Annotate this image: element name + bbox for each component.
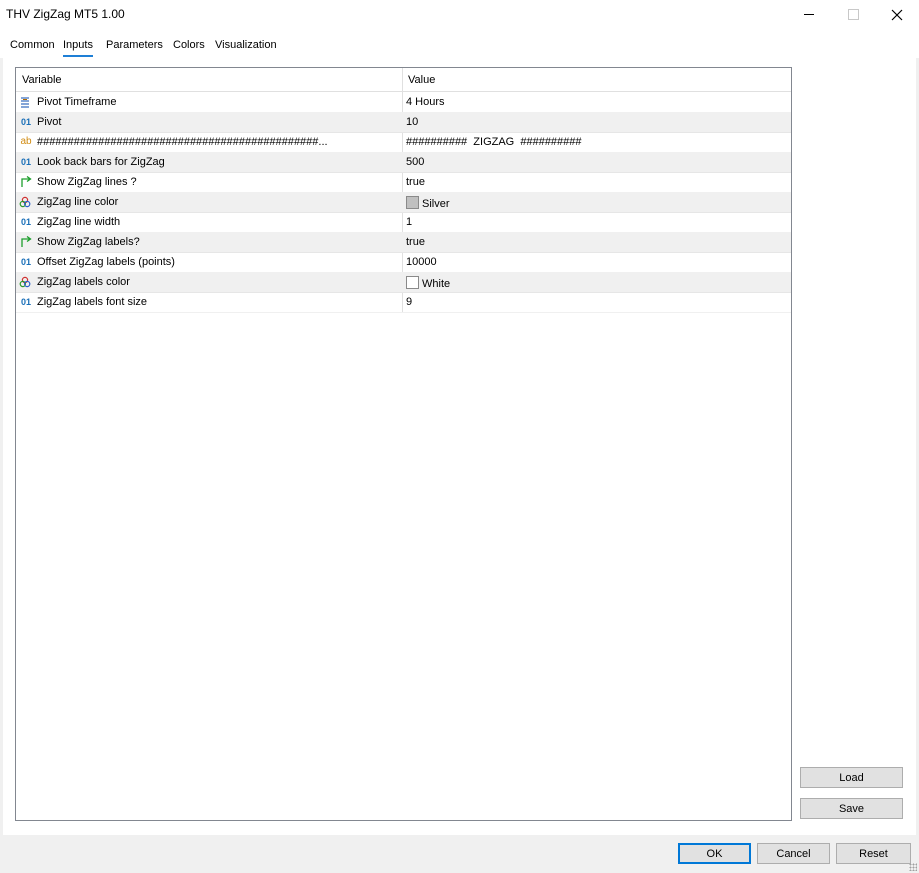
int-icon: 01 — [20, 117, 31, 127]
variable-cell: 01 ZigZag labels font size — [19, 295, 397, 309]
value-cell[interactable]: Silver — [406, 196, 450, 210]
table-row[interactable]: 01 ZigZag labels font size 9 — [16, 292, 791, 313]
value-cell[interactable]: White — [406, 276, 450, 290]
value-cell[interactable]: 10000 — [406, 256, 437, 268]
table-row[interactable]: 01 Pivot 10 — [16, 112, 791, 133]
value-cell[interactable]: 1 — [406, 216, 412, 228]
maximize-button[interactable] — [830, 0, 876, 30]
value-cell[interactable]: ########## ZIGZAG ########## — [406, 136, 582, 148]
tab-inputs[interactable]: Inputs — [63, 39, 93, 57]
int-icon: 01 — [20, 257, 31, 267]
variable-cell: ZigZag line color — [19, 195, 397, 209]
enum-icon — [19, 96, 33, 108]
variable-cell: 01 Pivot — [19, 115, 397, 129]
table-row[interactable]: 01 Offset ZigZag labels (points) 10000 — [16, 252, 791, 273]
variable-name: Look back bars for ZigZag — [37, 156, 165, 168]
variable-cell: Show ZigZag lines ? — [19, 175, 397, 189]
int-icon: 01 — [20, 157, 31, 167]
table-row[interactable]: Show ZigZag labels? true — [16, 232, 791, 253]
bool-icon — [19, 235, 33, 248]
variable-column-header[interactable]: Variable — [22, 74, 62, 86]
variable-name: ZigZag line color — [37, 196, 119, 208]
variable-cell: 01 Offset ZigZag labels (points) — [19, 255, 397, 269]
value-column-header[interactable]: Value — [408, 74, 435, 86]
value-cell[interactable]: 9 — [406, 296, 412, 308]
variable-name: ZigZag labels color — [37, 276, 130, 288]
window-title: THV ZigZag MT5 1.00 — [6, 7, 125, 21]
title-bar: THV ZigZag MT5 1.00 — [0, 0, 919, 30]
tab-visualization[interactable]: Visualization — [215, 39, 277, 51]
reset-button[interactable]: Reset — [836, 843, 911, 864]
minimize-icon — [804, 14, 814, 16]
inputs-grid[interactable]: Variable Value Pivot Timeframe 4 Hours 0… — [15, 67, 792, 821]
variable-cell: ab #####################################… — [19, 135, 397, 149]
save-button[interactable]: Save — [800, 798, 903, 819]
tab-common[interactable]: Common — [10, 39, 55, 51]
string-icon: ab — [20, 136, 32, 147]
table-row[interactable]: ZigZag line color Silver — [16, 192, 791, 213]
tab-colors[interactable]: Colors — [173, 39, 205, 51]
ok-button[interactable]: OK — [678, 843, 751, 864]
cancel-button[interactable]: Cancel — [757, 843, 830, 864]
int-icon: 01 — [20, 297, 31, 307]
variable-name: Offset ZigZag labels (points) — [37, 256, 175, 268]
resize-grip-icon[interactable] — [909, 863, 917, 871]
color-icon — [19, 196, 33, 208]
table-row[interactable]: ZigZag labels color White — [16, 272, 791, 293]
variable-cell: 01 Look back bars for ZigZag — [19, 155, 397, 169]
variable-name: ZigZag labels font size — [37, 296, 148, 308]
bool-icon — [19, 175, 33, 188]
value-cell[interactable]: 4 Hours — [406, 96, 445, 108]
variable-name: Show ZigZag lines ? — [37, 176, 137, 188]
color-icon — [19, 276, 33, 288]
tab-parameters[interactable]: Parameters — [106, 39, 163, 51]
variable-name: Pivot — [37, 116, 62, 128]
table-row[interactable]: Pivot Timeframe 4 Hours — [16, 92, 791, 113]
color-value: White — [422, 278, 451, 290]
color-swatch — [406, 276, 419, 289]
variable-name: Pivot Timeframe — [37, 96, 117, 108]
color-value: Silver — [422, 198, 450, 210]
tab-bar: Common Inputs Parameters Colors Visualiz… — [0, 30, 919, 58]
variable-name: ZigZag line width — [37, 216, 121, 228]
variable-name: Show ZigZag labels? — [37, 236, 140, 248]
value-cell[interactable]: 500 — [406, 156, 424, 168]
int-icon: 01 — [20, 217, 31, 227]
variable-cell: Pivot Timeframe — [19, 95, 397, 109]
close-icon — [891, 9, 903, 20]
variable-cell: ZigZag labels color — [19, 275, 397, 289]
value-cell[interactable]: true — [406, 176, 425, 188]
table-row[interactable]: ab #####################################… — [16, 132, 791, 153]
load-button[interactable]: Load — [800, 767, 903, 788]
table-row[interactable]: 01 ZigZag line width 1 — [16, 212, 791, 233]
value-cell[interactable]: 10 — [406, 116, 418, 128]
color-swatch — [406, 196, 419, 209]
maximize-icon — [847, 9, 859, 21]
variable-cell: Show ZigZag labels? — [19, 235, 397, 249]
table-row[interactable]: 01 Look back bars for ZigZag 500 — [16, 152, 791, 173]
variable-cell: 01 ZigZag line width — [19, 215, 397, 229]
minimize-button[interactable] — [786, 0, 832, 30]
value-cell[interactable]: true — [406, 236, 425, 248]
close-button[interactable] — [874, 0, 919, 30]
grid-header: Variable Value — [16, 68, 791, 92]
variable-name: ########################################… — [37, 136, 328, 148]
table-row[interactable]: Show ZigZag lines ? true — [16, 172, 791, 193]
